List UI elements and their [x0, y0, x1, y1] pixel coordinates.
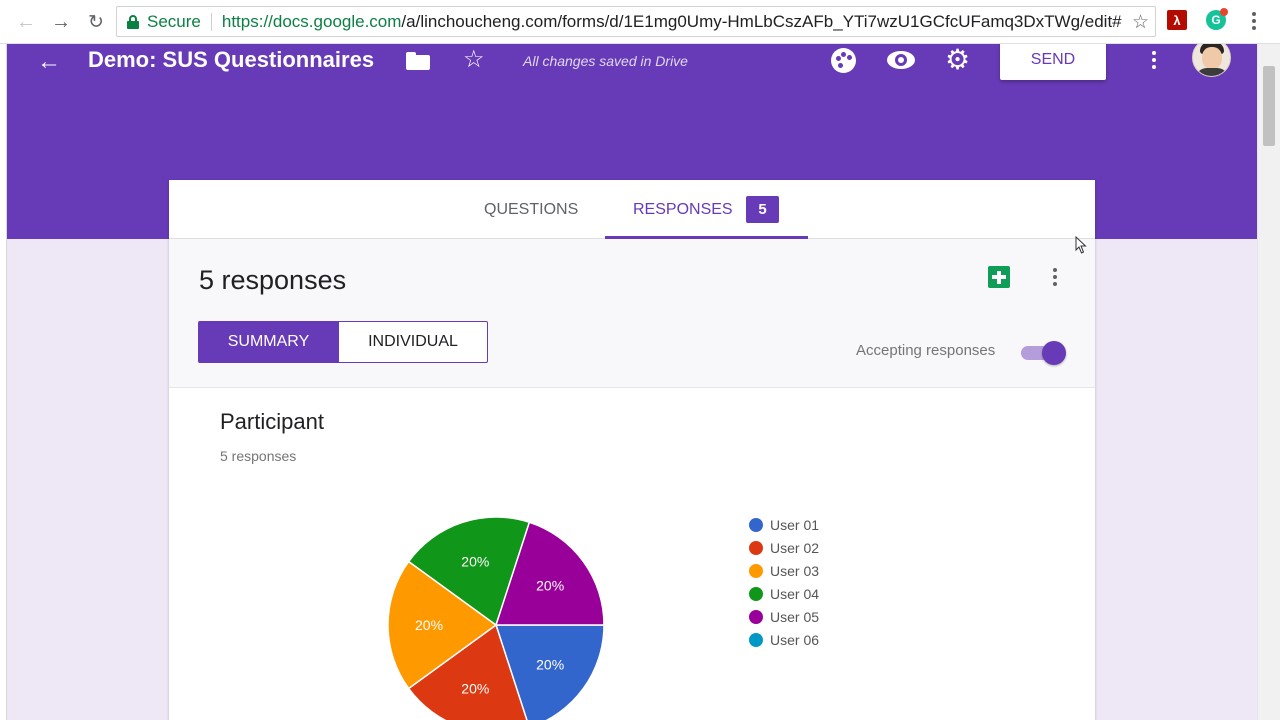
forward-arrow-icon[interactable]: → [49, 10, 73, 34]
legend-color-dot [749, 632, 763, 647]
browser-toolbar: ← → ↻ Secure https://docs.google.com/a/l… [0, 0, 1280, 44]
chart-legend: User 01 User 02 User 03 User 04 User 05 User … [749, 513, 819, 651]
grammarly-extension-icon[interactable]: G [1206, 8, 1228, 30]
form-tabs: QUESTIONS RESPONSES 5 [169, 180, 1095, 239]
legend-label: User 02 [770, 539, 820, 556]
palette-icon[interactable] [831, 48, 856, 73]
responses-card: QUESTIONS RESPONSES 5 5 responses SUMMAR… [169, 180, 1095, 720]
question-title: Participant [220, 409, 324, 434]
question-response-count: 5 responses [220, 448, 297, 464]
reload-icon[interactable]: ↻ [84, 10, 108, 34]
responses-more-options-icon[interactable] [1052, 266, 1058, 288]
scrollbar-thumb[interactable] [1263, 66, 1275, 146]
pie-slice-label: 20% [461, 553, 489, 569]
tab-questions[interactable]: QUESTIONS [484, 201, 578, 219]
responses-header: 5 responses SUMMARY INDIVIDUAL Accepting… [169, 239, 1095, 388]
bookmark-star-icon[interactable]: ☆ [1132, 11, 1149, 34]
legend-color-dot [749, 563, 763, 578]
individual-tab-button[interactable]: INDIVIDUAL [339, 321, 488, 363]
secure-label: Secure [147, 11, 201, 31]
browser-menu-icon[interactable] [1246, 8, 1262, 34]
acrobat-extension-icon[interactable]: λ [1167, 10, 1187, 30]
window-edge [0, 44, 7, 720]
legend-color-dot [749, 517, 763, 532]
legend-item: User 06 [749, 628, 819, 651]
participant-pie-chart: 20% 20% 20% 20% 20% [387, 516, 605, 720]
legend-label: User 05 [770, 608, 820, 625]
address-bar[interactable]: Secure https://docs.google.com/a/linchou… [116, 6, 1156, 37]
summary-tab-button[interactable]: SUMMARY [198, 321, 339, 363]
legend-label: User 01 [770, 516, 820, 533]
send-button[interactable]: SEND [1000, 44, 1106, 80]
pie-slice-label: 20% [415, 617, 443, 633]
legend-item: User 01 [749, 513, 819, 536]
legend-label: User 03 [770, 562, 820, 579]
url-separator [210, 12, 212, 31]
legend-item: User 03 [749, 559, 819, 582]
mouse-cursor-icon [1075, 236, 1087, 254]
pie-slice-label: 20% [536, 656, 564, 672]
legend-item: User 05 [749, 605, 819, 628]
responses-count-title: 5 responses [199, 265, 347, 295]
settings-gear-icon[interactable]: ⚙ [945, 46, 970, 74]
responses-count-badge: 5 [746, 196, 779, 223]
save-status: All changes saved in Drive [523, 53, 688, 69]
legend-item: User 04 [749, 582, 819, 605]
legend-label: User 04 [770, 585, 820, 602]
accepting-responses-label: Accepting responses [856, 342, 996, 359]
legend-color-dot [749, 540, 763, 555]
url-host: https://docs.google.com [221, 11, 402, 31]
url-text[interactable]: https://docs.google.com/a/linchoucheng.c… [222, 12, 1122, 32]
sheets-icon[interactable] [988, 266, 1010, 288]
form-title[interactable]: Demo: SUS Questionnaires [88, 47, 374, 73]
preview-eye-icon[interactable] [887, 51, 915, 69]
legend-item: User 02 [749, 536, 819, 559]
pie-slice-label: 20% [461, 681, 489, 697]
tab-responses[interactable]: RESPONSES [633, 201, 733, 219]
back-arrow-icon[interactable]: ← [14, 10, 38, 34]
legend-color-dot [749, 609, 763, 624]
page-scrollbar[interactable] [1257, 44, 1280, 720]
url-path: /a/linchoucheng.com/forms/d/1E1mg0Umy-Hm… [401, 11, 1122, 31]
folder-icon[interactable] [406, 52, 430, 70]
more-options-icon[interactable] [1151, 49, 1157, 71]
legend-color-dot [749, 586, 763, 601]
star-icon[interactable]: ☆ [463, 45, 485, 74]
legend-label: User 06 [770, 631, 820, 648]
accepting-responses-toggle[interactable] [1021, 341, 1066, 365]
lock-icon [127, 14, 139, 29]
pie-slice-label: 20% [536, 578, 564, 594]
avatar[interactable] [1192, 44, 1231, 77]
back-arrow-icon[interactable]: ← [37, 48, 61, 76]
forms-page: ← Demo: SUS Questionnaires ☆ All changes… [7, 44, 1257, 720]
